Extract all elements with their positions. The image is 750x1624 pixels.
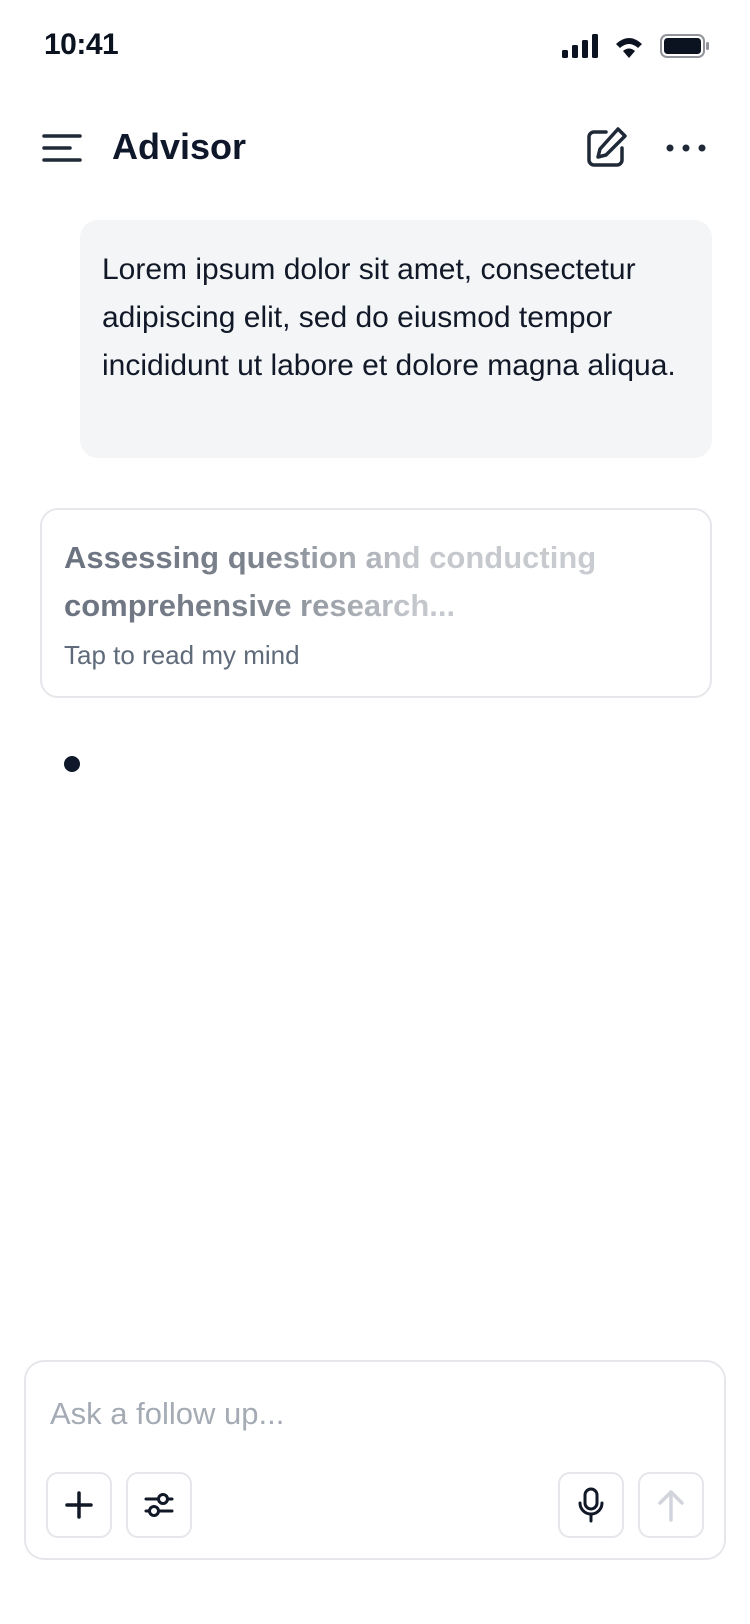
signal-icon — [562, 34, 598, 58]
wifi-icon — [616, 38, 642, 58]
voice-input-button[interactable] — [558, 1472, 624, 1538]
plus-icon — [65, 1491, 93, 1519]
menu-button[interactable] — [40, 128, 84, 168]
send-button[interactable] — [638, 1472, 704, 1538]
page-title: Advisor — [112, 126, 247, 167]
arrow-up-icon — [658, 1490, 684, 1522]
new-chat-button[interactable] — [584, 126, 628, 170]
follow-up-input[interactable] — [48, 1388, 692, 1440]
compose-icon — [587, 127, 627, 167]
thinking-hint: Tap to read my mind — [64, 640, 300, 670]
battery-icon — [660, 34, 709, 58]
settings-button[interactable] — [126, 1472, 192, 1538]
attach-button[interactable] — [46, 1472, 112, 1538]
app-header: Advisor — [0, 110, 750, 186]
more-options-button[interactable] — [664, 130, 708, 166]
menu-icon — [42, 134, 82, 162]
more-icon — [666, 144, 706, 152]
status-bar: 10:41 — [0, 0, 750, 94]
typing-indicator — [64, 756, 80, 772]
status-time: 10:41 — [44, 28, 119, 61]
status-icons — [562, 34, 710, 58]
user-message-bubble: Lorem ipsum dolor sit amet, consectetur … — [80, 220, 712, 458]
thinking-status: Assessing question and conducting compre… — [64, 534, 604, 630]
microphone-icon — [578, 1487, 604, 1523]
sliders-icon — [144, 1493, 174, 1517]
thinking-card[interactable]: Assessing question and conducting compre… — [40, 508, 712, 698]
message-composer — [24, 1360, 726, 1560]
